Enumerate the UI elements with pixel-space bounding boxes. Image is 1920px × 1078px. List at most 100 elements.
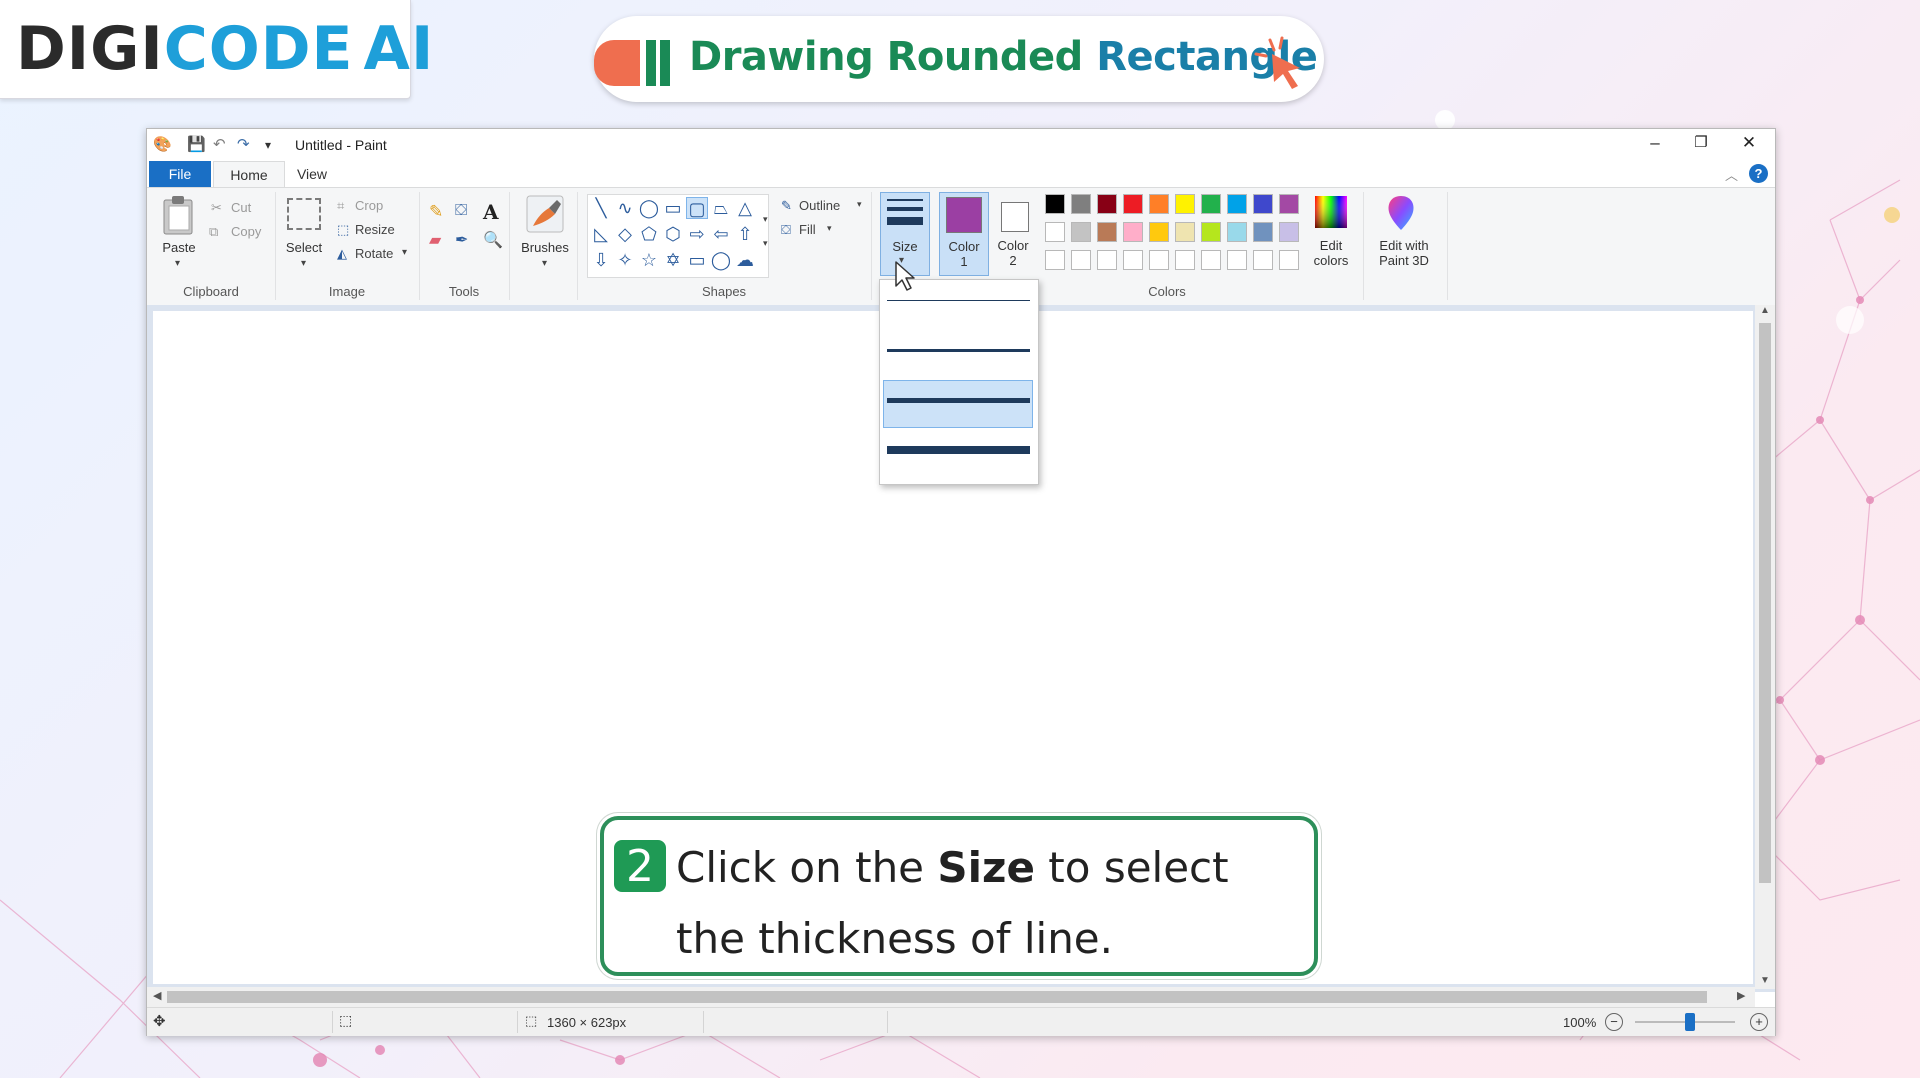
palette-color-swatch[interactable]	[1201, 194, 1221, 214]
fill-button[interactable]: Fill	[799, 222, 816, 237]
tab-home[interactable]: Home	[213, 161, 285, 188]
save-icon[interactable]: 💾	[187, 135, 206, 153]
minimize-button[interactable]: –	[1629, 129, 1681, 159]
triangle-shape-icon[interactable]: △	[734, 197, 756, 219]
custom-color-slot[interactable]	[1123, 250, 1143, 270]
custom-color-slot[interactable]	[1149, 250, 1169, 270]
palette-color-swatch[interactable]	[1253, 222, 1273, 242]
palette-color-swatch[interactable]	[1279, 222, 1299, 242]
paint-app-icon[interactable]: 🎨	[153, 135, 172, 153]
zoom-slider-track[interactable]	[1635, 1013, 1735, 1031]
scroll-up-icon[interactable]: ▲	[1760, 305, 1770, 316]
right-triangle-shape-icon[interactable]: ◺	[590, 223, 612, 245]
copy-icon[interactable]: ⧉	[209, 224, 218, 240]
magnifier-icon[interactable]: 🔍	[483, 230, 503, 250]
edit-colors-button[interactable]: Edit colors	[1303, 238, 1359, 268]
eraser-icon[interactable]: ▰	[429, 230, 441, 250]
redo-icon[interactable]: ↷	[237, 135, 250, 153]
horizontal-scroll-thumb[interactable]	[167, 991, 1707, 1003]
palette-color-swatch[interactable]	[1149, 194, 1169, 214]
color1-button[interactable]: Color 1	[939, 192, 989, 276]
outline-dropdown-icon[interactable]: ▾	[857, 199, 862, 210]
horizontal-scrollbar[interactable]: ◀ ▶	[147, 987, 1755, 1007]
maximize-button[interactable]: ❐	[1675, 129, 1727, 159]
callout-cloud-shape-icon[interactable]: ☁	[734, 249, 756, 271]
left-arrow-shape-icon[interactable]: ⇦	[710, 223, 732, 245]
edit-with-paint3d-button[interactable]: Edit with Paint 3D	[1369, 238, 1439, 268]
rotate-button[interactable]: Rotate	[355, 246, 393, 261]
zoom-in-icon[interactable]: +	[1750, 1013, 1768, 1031]
crop-button[interactable]: Crop	[355, 198, 383, 213]
scroll-left-icon[interactable]: ◀	[153, 989, 161, 1002]
callout-oval-shape-icon[interactable]: ◯	[710, 249, 732, 271]
resize-icon[interactable]: ⬚	[337, 222, 349, 238]
custom-color-slot[interactable]	[1201, 250, 1221, 270]
palette-color-swatch[interactable]	[1071, 222, 1091, 242]
color2-button[interactable]: Color 2	[989, 192, 1037, 274]
size-option-line[interactable]	[887, 397, 1030, 403]
rotate-dropdown-icon[interactable]: ▾	[402, 247, 407, 258]
size-option-line[interactable]	[887, 299, 1030, 301]
six-point-star-shape-icon[interactable]: ✡	[662, 249, 684, 271]
brushes-dropdown-icon[interactable]: ▾	[542, 258, 547, 269]
brushes-icon[interactable]	[525, 194, 565, 234]
oval-shape-icon[interactable]: ◯	[638, 197, 660, 219]
paint3d-icon[interactable]	[1385, 194, 1417, 232]
pencil-icon[interactable]: ✎	[429, 202, 443, 222]
select-button[interactable]: Select	[279, 240, 329, 256]
cut-icon[interactable]: ✂	[211, 200, 222, 216]
customize-quick-access-icon[interactable]: ▾	[265, 138, 271, 152]
palette-color-swatch[interactable]	[1175, 222, 1195, 242]
palette-color-swatch[interactable]	[1123, 222, 1143, 242]
paste-icon[interactable]	[161, 194, 197, 236]
zoom-slider-thumb[interactable]	[1685, 1013, 1695, 1031]
zoom-out-icon[interactable]: −	[1605, 1013, 1623, 1031]
vertical-scroll-thumb[interactable]	[1759, 323, 1771, 883]
palette-color-swatch[interactable]	[1045, 222, 1065, 242]
undo-icon[interactable]: ↶	[213, 135, 226, 153]
palette-color-swatch[interactable]	[1045, 194, 1065, 214]
palette-color-swatch[interactable]	[1097, 222, 1117, 242]
five-point-star-shape-icon[interactable]: ☆	[638, 249, 660, 271]
help-icon[interactable]: ?	[1749, 164, 1768, 183]
color-picker-icon[interactable]: ✒	[455, 230, 468, 250]
collapse-ribbon-icon[interactable]: ︿	[1725, 165, 1738, 184]
rectangle-shape-icon[interactable]: ▭	[662, 197, 684, 219]
scroll-down-icon[interactable]: ▼	[1760, 975, 1770, 986]
shapes-scroll-icon[interactable]: ▾	[763, 214, 768, 225]
four-point-star-shape-icon[interactable]: ✧	[614, 249, 636, 271]
diamond-shape-icon[interactable]: ◇	[614, 223, 636, 245]
palette-color-swatch[interactable]	[1097, 194, 1117, 214]
callout-rectangle-shape-icon[interactable]: ▭	[686, 249, 708, 271]
hexagon-shape-icon[interactable]: ⬡	[662, 223, 684, 245]
paste-button[interactable]: Paste	[157, 240, 201, 256]
crop-icon[interactable]: ⌗	[337, 198, 344, 214]
line-shape-icon[interactable]: ╲	[590, 197, 612, 219]
rotate-icon[interactable]: ◭	[337, 246, 347, 262]
down-arrow-shape-icon[interactable]: ⇩	[590, 249, 612, 271]
paste-dropdown-icon[interactable]: ▾	[175, 258, 180, 269]
rounded-rectangle-shape-icon[interactable]: ▢	[686, 197, 708, 219]
palette-color-swatch[interactable]	[1175, 194, 1195, 214]
tab-file[interactable]: File	[149, 161, 211, 187]
vertical-scrollbar[interactable]: ▲ ▼	[1755, 305, 1775, 989]
size-option-line[interactable]	[887, 348, 1030, 352]
fill-bucket-icon[interactable]: ⛋	[455, 202, 467, 220]
outline-icon[interactable]: ✎	[781, 198, 792, 214]
custom-color-slot[interactable]	[1253, 250, 1273, 270]
palette-color-swatch[interactable]	[1071, 194, 1091, 214]
palette-color-swatch[interactable]	[1201, 222, 1221, 242]
right-arrow-shape-icon[interactable]: ⇨	[686, 223, 708, 245]
fill-icon[interactable]: ⛋	[781, 222, 791, 238]
pentagon-shape-icon[interactable]: ⬠	[638, 223, 660, 245]
close-button[interactable]: ✕	[1723, 129, 1775, 159]
edit-colors-icon[interactable]	[1311, 192, 1351, 232]
custom-color-slot[interactable]	[1279, 250, 1299, 270]
palette-color-swatch[interactable]	[1149, 222, 1169, 242]
custom-color-slot[interactable]	[1175, 250, 1195, 270]
brushes-button[interactable]: Brushes	[517, 240, 573, 256]
palette-color-swatch[interactable]	[1253, 194, 1273, 214]
palette-color-swatch[interactable]	[1279, 194, 1299, 214]
tab-view[interactable]: View	[287, 161, 337, 187]
custom-color-slot[interactable]	[1097, 250, 1117, 270]
